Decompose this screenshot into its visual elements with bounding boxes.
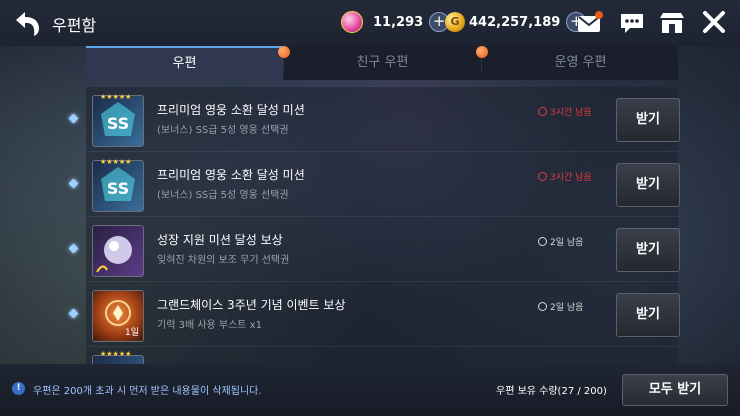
receive-all-button[interactable]: 모두 받기 [622,374,728,406]
top-bar: 우편함 11,293 + G 442,257,189 + [0,0,740,46]
time-remaining: 3시간 남음 [538,105,592,118]
orb-icon [92,225,144,277]
gem-amount: 11,293 [373,14,424,30]
bullet-icon [68,308,79,319]
gold-amount: 442,257,189 [469,14,561,30]
receive-button[interactable]: 받기 [616,163,680,207]
row-background [86,217,678,282]
row-background [86,282,678,347]
chat-icon[interactable] [618,10,646,36]
time-remaining: 2일 남음 [538,235,583,248]
star-rating-icon: ★★★★★ [100,158,132,166]
mail-count: 우편 보유 수량(27 / 200) [496,386,607,397]
clock-icon [538,302,547,311]
duration-badge: 1일 [124,328,139,338]
time-text: 2일 남음 [550,238,584,248]
gold-currency: G 442,257,189 + [445,10,587,34]
mail-description: 기력 3배 사용 부스트 x1 [157,320,262,331]
shop-icon[interactable] [658,10,686,36]
mail-description: 잊혀진 차원의 보조 무기 선택권 [157,255,290,266]
time-text: 3시간 남음 [550,108,592,118]
tab-mail[interactable]: 우편 [86,46,283,80]
receive-button[interactable]: 받기 [616,228,680,272]
row-background [86,87,678,152]
mail-tabs: 우편 친구 우편 운영 우편 [86,46,678,80]
receive-button[interactable]: 받기 [616,293,680,337]
page-title: 우편함 [52,16,97,35]
time-text: 3시간 남음 [550,173,592,183]
bullet-icon [68,243,79,254]
star-rating-icon: ★★★★★ [100,93,132,101]
mail-title: 그랜드체이스 3주년 기념 이벤트 보상 [157,298,346,312]
svg-text:SS: SS [107,114,129,133]
mail-description: (보너스) SS급 5성 영웅 선택권 [157,190,289,201]
close-icon[interactable] [700,10,728,36]
gem-icon [341,11,363,33]
receive-button[interactable]: 받기 [616,98,680,142]
time-text: 2일 남음 [550,303,584,313]
bullet-icon [68,113,79,124]
gem-currency: 11,293 + [341,10,450,34]
list-item-partial: ★★★★★ [0,347,740,364]
mail-description: (보너스) SS급 5성 영웅 선택권 [157,125,289,136]
tab-friend-badge [476,46,488,58]
svg-text:SS: SS [107,179,129,198]
time-remaining: 2일 남음 [538,300,583,313]
list-item: SS ★★★★★ 프리미엄 영웅 소환 달성 미션 (보너스) SS급 5성 영… [0,87,740,152]
clock-icon [538,237,547,246]
mail-icon[interactable] [576,10,604,36]
star-rating-icon: ★★★★★ [100,350,132,358]
storage-notice: 우편은 200개 초과 시 먼저 받은 내용물이 삭제됩니다. [33,386,262,397]
ss-ticket-icon: SS [92,160,144,212]
tab-operation-mail[interactable]: 운영 우편 [482,46,679,80]
mail-title: 프리미엄 영웅 소환 달성 미션 [157,168,305,182]
row-background [86,347,678,364]
bullet-icon [68,178,79,189]
tab-mail-badge [278,46,290,58]
list-item: 1일 그랜드체이스 3주년 기념 이벤트 보상 기력 3배 사용 부스트 x1 … [0,282,740,347]
gold-coin-icon: G [445,12,465,32]
back-arrow-icon[interactable] [12,8,44,38]
mail-title: 성장 지원 미션 달성 보상 [157,233,283,247]
row-background [86,152,678,217]
mail-title: 프리미엄 영웅 소환 달성 미션 [157,103,305,117]
clock-icon [538,107,547,116]
list-item: 성장 지원 미션 달성 보상 잊혀진 차원의 보조 무기 선택권 2일 남음 받… [0,217,740,282]
info-icon: ! [12,382,25,395]
ss-ticket-icon: SS [92,95,144,147]
list-item: SS ★★★★★ 프리미엄 영웅 소환 달성 미션 (보너스) SS급 5성 영… [0,152,740,217]
time-remaining: 3시간 남음 [538,170,592,183]
clock-icon [538,172,547,181]
tab-friend-mail[interactable]: 친구 우편 [284,46,481,80]
boost-icon: 1일 [92,290,144,342]
